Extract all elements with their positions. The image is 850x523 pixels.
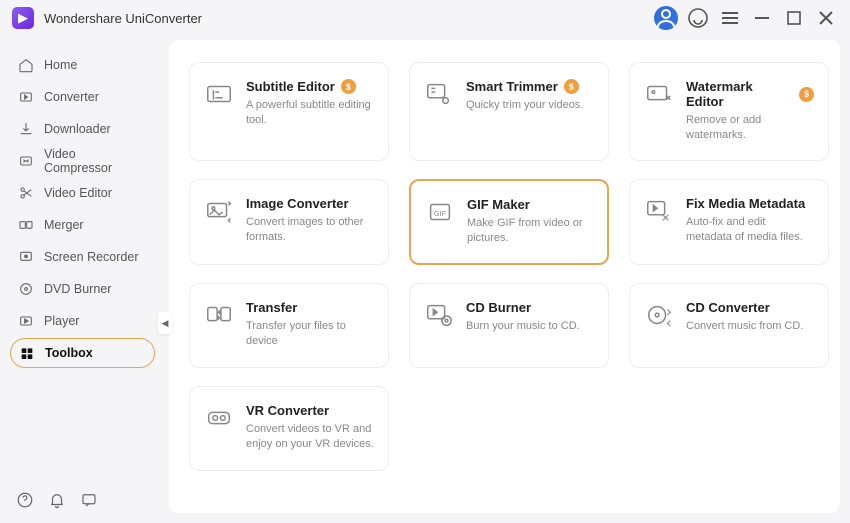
converter-icon xyxy=(18,89,34,105)
image-convert-icon xyxy=(204,196,234,226)
sidebar-item-label: Downloader xyxy=(44,122,111,136)
app-logo-icon: ▶ xyxy=(12,7,34,29)
content-area: Subtitle Editor $ A powerful subtitle edi… xyxy=(169,40,840,513)
sidebar-item-converter[interactable]: Converter xyxy=(10,82,155,112)
tool-card-smart-trimmer[interactable]: Smart Trimmer $ Quicky trim your videos. xyxy=(409,62,609,161)
tool-title: Transfer xyxy=(246,300,297,315)
sidebar-item-player[interactable]: Player xyxy=(10,306,155,336)
tool-desc: Convert images to other formats. xyxy=(246,215,374,246)
minimize-icon[interactable] xyxy=(750,6,774,30)
premium-badge-icon: $ xyxy=(799,87,814,102)
cd-burn-icon xyxy=(424,300,454,330)
tool-title: GIF Maker xyxy=(467,197,530,212)
tool-title: Smart Trimmer xyxy=(466,79,558,94)
titlebar: ▶ Wondershare UniConverter xyxy=(0,0,850,36)
tool-card-subtitle-editor[interactable]: Subtitle Editor $ A powerful subtitle edi… xyxy=(189,62,389,161)
tool-desc: Remove or add watermarks. xyxy=(686,113,814,144)
tool-title: CD Burner xyxy=(466,300,531,315)
tool-desc: Auto-fix and edit metadata of media file… xyxy=(686,215,814,246)
tool-card-watermark-editor[interactable]: Watermark Editor $ Remove or add watermar… xyxy=(629,62,829,161)
support-icon[interactable] xyxy=(686,6,710,30)
bell-icon[interactable] xyxy=(48,491,66,509)
tool-card-vr-converter[interactable]: VR Converter Convert videos to VR and en… xyxy=(189,386,389,471)
tool-card-transfer[interactable]: Transfer Transfer your files to device xyxy=(189,283,389,368)
metadata-icon xyxy=(644,196,674,226)
gif-icon: GIF xyxy=(425,197,455,227)
toolbox-icon xyxy=(19,345,35,361)
sidebar-item-label: Converter xyxy=(44,90,99,104)
tool-desc: Quicky trim your videos. xyxy=(466,98,583,113)
maximize-icon[interactable] xyxy=(782,6,806,30)
app-title: Wondershare UniConverter xyxy=(44,11,202,26)
tool-desc: Convert videos to VR and enjoy on your V… xyxy=(246,422,374,453)
sidebar-item-label: Screen Recorder xyxy=(44,250,139,264)
premium-badge-icon: $ xyxy=(341,79,356,94)
tool-card-cd-burner[interactable]: CD Burner Burn your music to CD. xyxy=(409,283,609,368)
sidebar-item-label: Video Compressor xyxy=(44,147,147,175)
play-icon xyxy=(18,313,34,329)
account-avatar-icon[interactable] xyxy=(654,6,678,30)
sidebar-item-label: DVD Burner xyxy=(44,282,111,296)
sidebar-item-label: Home xyxy=(44,58,77,72)
tool-desc: A powerful subtitle editing tool. xyxy=(246,98,374,129)
transfer-icon xyxy=(204,300,234,330)
premium-badge-icon: $ xyxy=(564,79,579,94)
help-icon[interactable] xyxy=(16,491,34,509)
sidebar-item-label: Merger xyxy=(44,218,84,232)
tool-title: VR Converter xyxy=(246,403,329,418)
sidebar-item-label: Player xyxy=(44,314,79,328)
scissors-icon xyxy=(18,185,34,201)
vr-icon xyxy=(204,403,234,433)
watermark-icon xyxy=(644,79,674,109)
tool-card-gif-maker[interactable]: GIF GIF Maker Make GIF from video or pic… xyxy=(409,179,609,265)
menu-icon[interactable] xyxy=(718,6,742,30)
sidebar-item-screen-recorder[interactable]: Screen Recorder xyxy=(10,242,155,272)
compress-icon xyxy=(18,153,34,169)
smart-trim-icon xyxy=(424,79,454,109)
sidebar-item-merger[interactable]: Merger xyxy=(10,210,155,240)
tool-card-fix-metadata[interactable]: Fix Media Metadata Auto-fix and edit met… xyxy=(629,179,829,265)
tool-card-cd-converter[interactable]: CD Converter Convert music from CD. xyxy=(629,283,829,368)
sidebar-item-toolbox[interactable]: Toolbox xyxy=(10,338,155,368)
tool-title: CD Converter xyxy=(686,300,770,315)
sidebar-item-video-editor[interactable]: Video Editor xyxy=(10,178,155,208)
tool-desc: Make GIF from video or pictures. xyxy=(467,216,593,247)
close-icon[interactable] xyxy=(814,6,838,30)
tool-title: Image Converter xyxy=(246,196,349,211)
feedback-icon[interactable] xyxy=(80,491,98,509)
download-icon xyxy=(18,121,34,137)
sidebar-item-label: Toolbox xyxy=(45,346,93,360)
tool-card-image-converter[interactable]: Image Converter Convert images to other … xyxy=(189,179,389,265)
sidebar-item-label: Video Editor xyxy=(44,186,112,200)
sidebar-item-home[interactable]: Home xyxy=(10,50,155,80)
home-icon xyxy=(18,57,34,73)
record-icon xyxy=(18,249,34,265)
tool-desc: Convert music from CD. xyxy=(686,319,803,334)
cd-convert-icon xyxy=(644,300,674,330)
sidebar-item-downloader[interactable]: Downloader xyxy=(10,114,155,144)
tool-title: Watermark Editor xyxy=(686,79,793,109)
merge-icon xyxy=(18,217,34,233)
tool-title: Fix Media Metadata xyxy=(686,196,805,211)
disc-icon xyxy=(18,281,34,297)
sidebar-item-video-compressor[interactable]: Video Compressor xyxy=(10,146,155,176)
tool-desc: Burn your music to CD. xyxy=(466,319,580,334)
tool-title: Subtitle Editor xyxy=(246,79,335,94)
sidebar-collapse-icon[interactable]: ◀ xyxy=(158,312,172,334)
sidebar-item-dvd-burner[interactable]: DVD Burner xyxy=(10,274,155,304)
subtitle-icon xyxy=(204,79,234,109)
sidebar: Home Converter Downloader Video Compress… xyxy=(0,36,165,523)
tool-desc: Transfer your files to device xyxy=(246,319,374,350)
svg-text:GIF: GIF xyxy=(434,209,447,218)
